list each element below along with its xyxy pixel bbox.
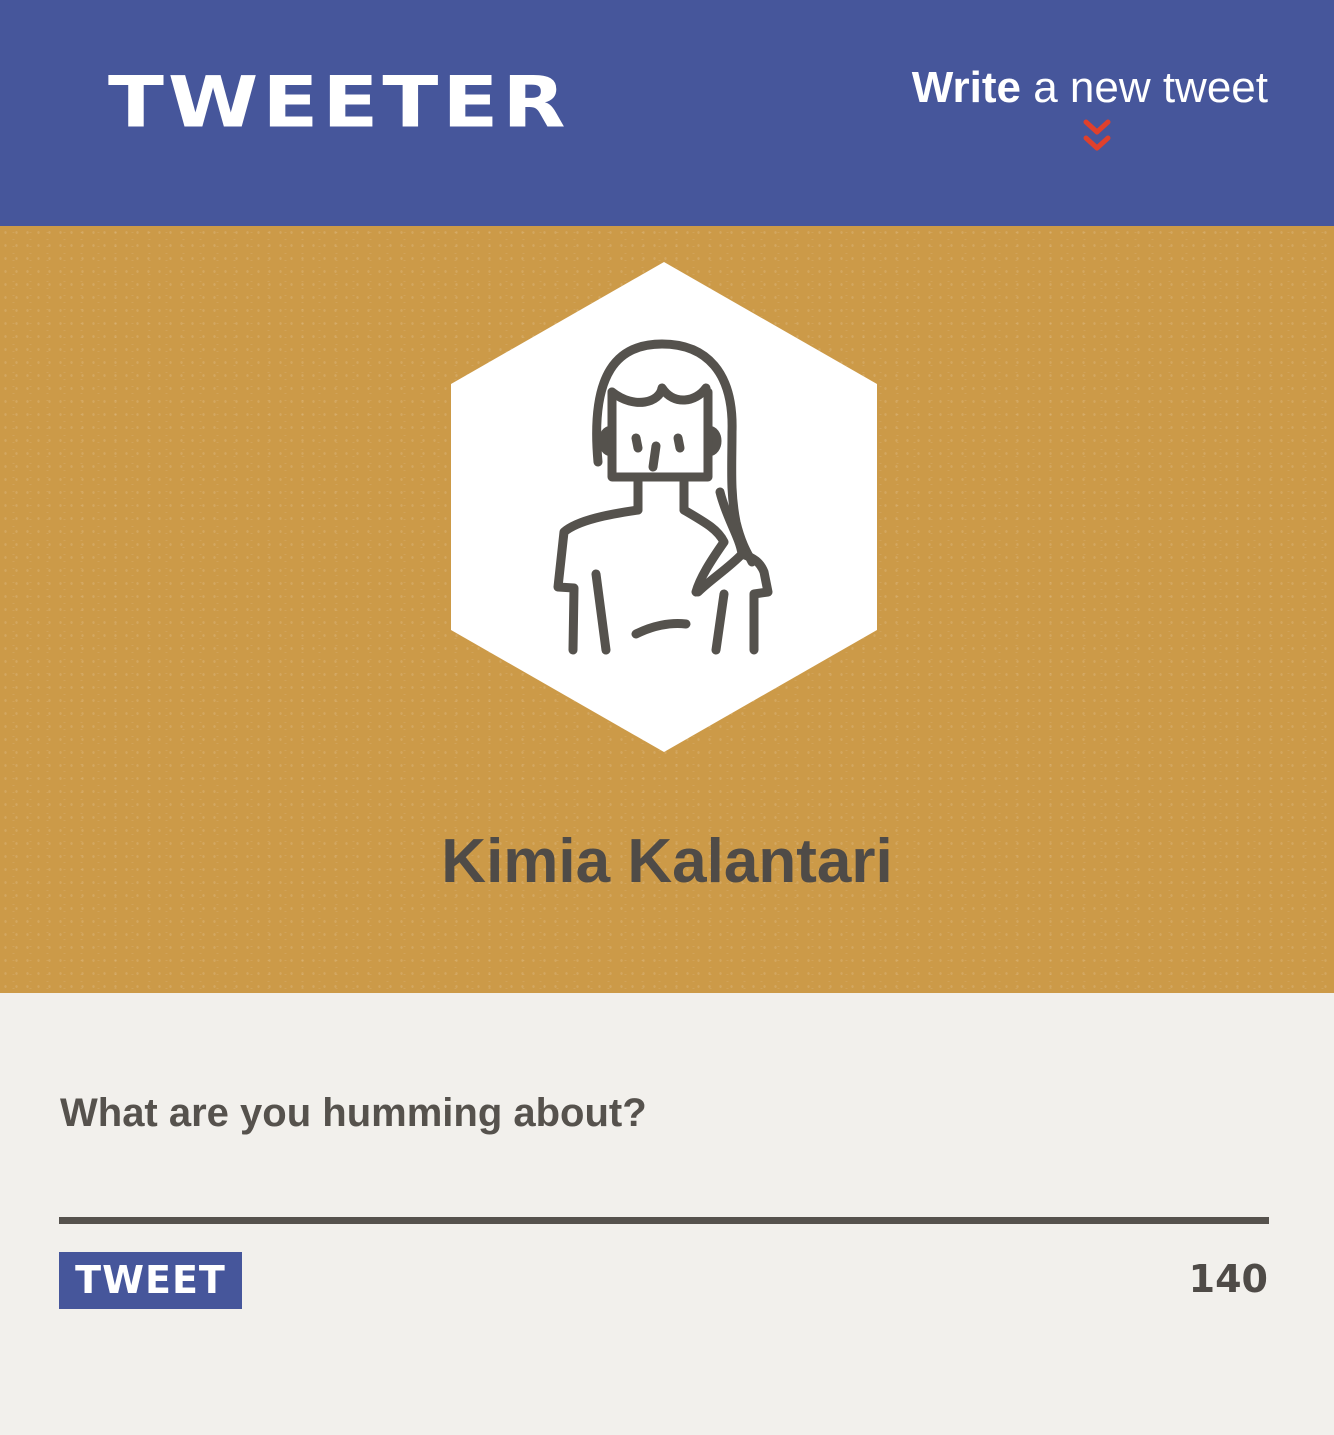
profile-header: Kimia Kalantari <box>0 226 1334 993</box>
profile-name: Kimia Kalantari <box>441 827 893 896</box>
tweet-button[interactable]: TWEET <box>59 1252 242 1309</box>
composer-divider <box>59 1217 1269 1224</box>
double-chevron-down-icon[interactable] <box>1082 118 1112 156</box>
woman-avatar-icon <box>451 262 877 752</box>
tweet-composer: What are you humming about? TWEET 140 <box>0 993 1334 1435</box>
composer-prompt-label: What are you humming about? <box>60 1091 647 1135</box>
tweet-textarea[interactable] <box>60 1149 1268 1213</box>
compose-link-bold: Write <box>911 63 1021 112</box>
char-counter: 140 <box>1188 1257 1268 1301</box>
navbar: TWEETER Write a new tweet <box>0 0 1334 226</box>
compose-link-rest: a new tweet <box>1020 63 1268 112</box>
brand-logo[interactable]: TWEETER <box>108 62 570 145</box>
write-new-tweet-link[interactable]: Write a new tweet <box>868 60 1268 116</box>
